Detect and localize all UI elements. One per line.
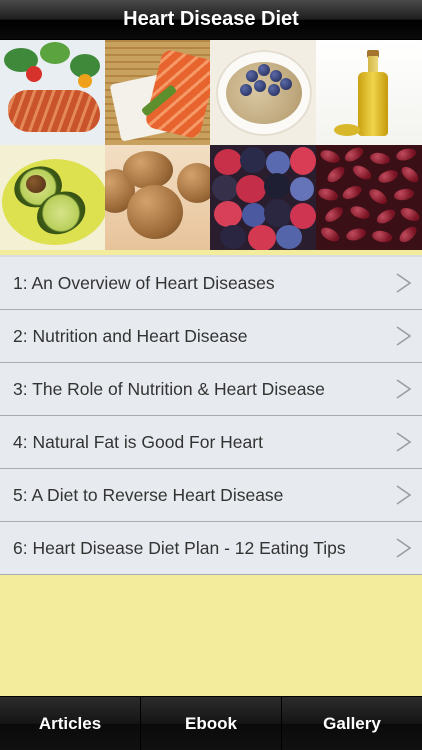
list-item-2[interactable]: 2: Nutrition and Heart Disease xyxy=(0,310,422,363)
list-item-5[interactable]: 5: A Diet to Reverse Heart Disease xyxy=(0,469,422,522)
list-item-4[interactable]: 4: Natural Fat is Good For Heart xyxy=(0,416,422,469)
list-item-label: 1: An Overview of Heart Diseases xyxy=(13,272,275,293)
salmon-sushi-image xyxy=(105,40,210,145)
avocado-image xyxy=(0,145,105,250)
list-item-3[interactable]: 3: The Role of Nutrition & Heart Disease xyxy=(0,363,422,416)
olive-oil-image xyxy=(316,40,422,145)
list-item-label: 3: The Role of Nutrition & Heart Disease xyxy=(13,378,325,399)
list-item-1[interactable]: 1: An Overview of Heart Diseases xyxy=(0,257,422,310)
tab-gallery[interactable]: Gallery xyxy=(282,697,422,750)
tab-label: Articles xyxy=(38,713,102,733)
salmon-salad-image xyxy=(0,40,105,145)
list-item-label: 2: Nutrition and Heart Disease xyxy=(13,325,248,346)
chevron-right-icon xyxy=(396,538,412,558)
tab-bar: Articles Ebook Gallery xyxy=(0,696,422,750)
chevron-right-icon xyxy=(396,326,412,346)
chevron-right-icon xyxy=(396,379,412,399)
kidney-beans-image xyxy=(316,145,422,250)
walnuts-image xyxy=(105,145,210,250)
list-item-6[interactable]: 6: Heart Disease Diet Plan - 12 Eating T… xyxy=(0,522,422,575)
list-item-label: 6: Heart Disease Diet Plan - 12 Eating T… xyxy=(13,537,346,558)
nav-bar: Heart Disease Diet xyxy=(0,0,422,40)
chevron-right-icon xyxy=(396,273,412,293)
page-title: Heart Disease Diet xyxy=(123,8,299,30)
tab-ebook[interactable]: Ebook xyxy=(141,697,281,750)
food-banner xyxy=(0,40,422,250)
list-item-label: 4: Natural Fat is Good For Heart xyxy=(13,431,263,452)
tab-label: Ebook xyxy=(185,713,237,733)
berries-image xyxy=(210,145,316,250)
oatmeal-image xyxy=(210,40,316,145)
chevron-right-icon xyxy=(396,485,412,505)
tab-articles[interactable]: Articles xyxy=(0,697,140,750)
chevron-right-icon xyxy=(396,432,412,452)
list-item-label: 5: A Diet to Reverse Heart Disease xyxy=(13,484,284,505)
tab-label: Gallery xyxy=(323,713,381,733)
